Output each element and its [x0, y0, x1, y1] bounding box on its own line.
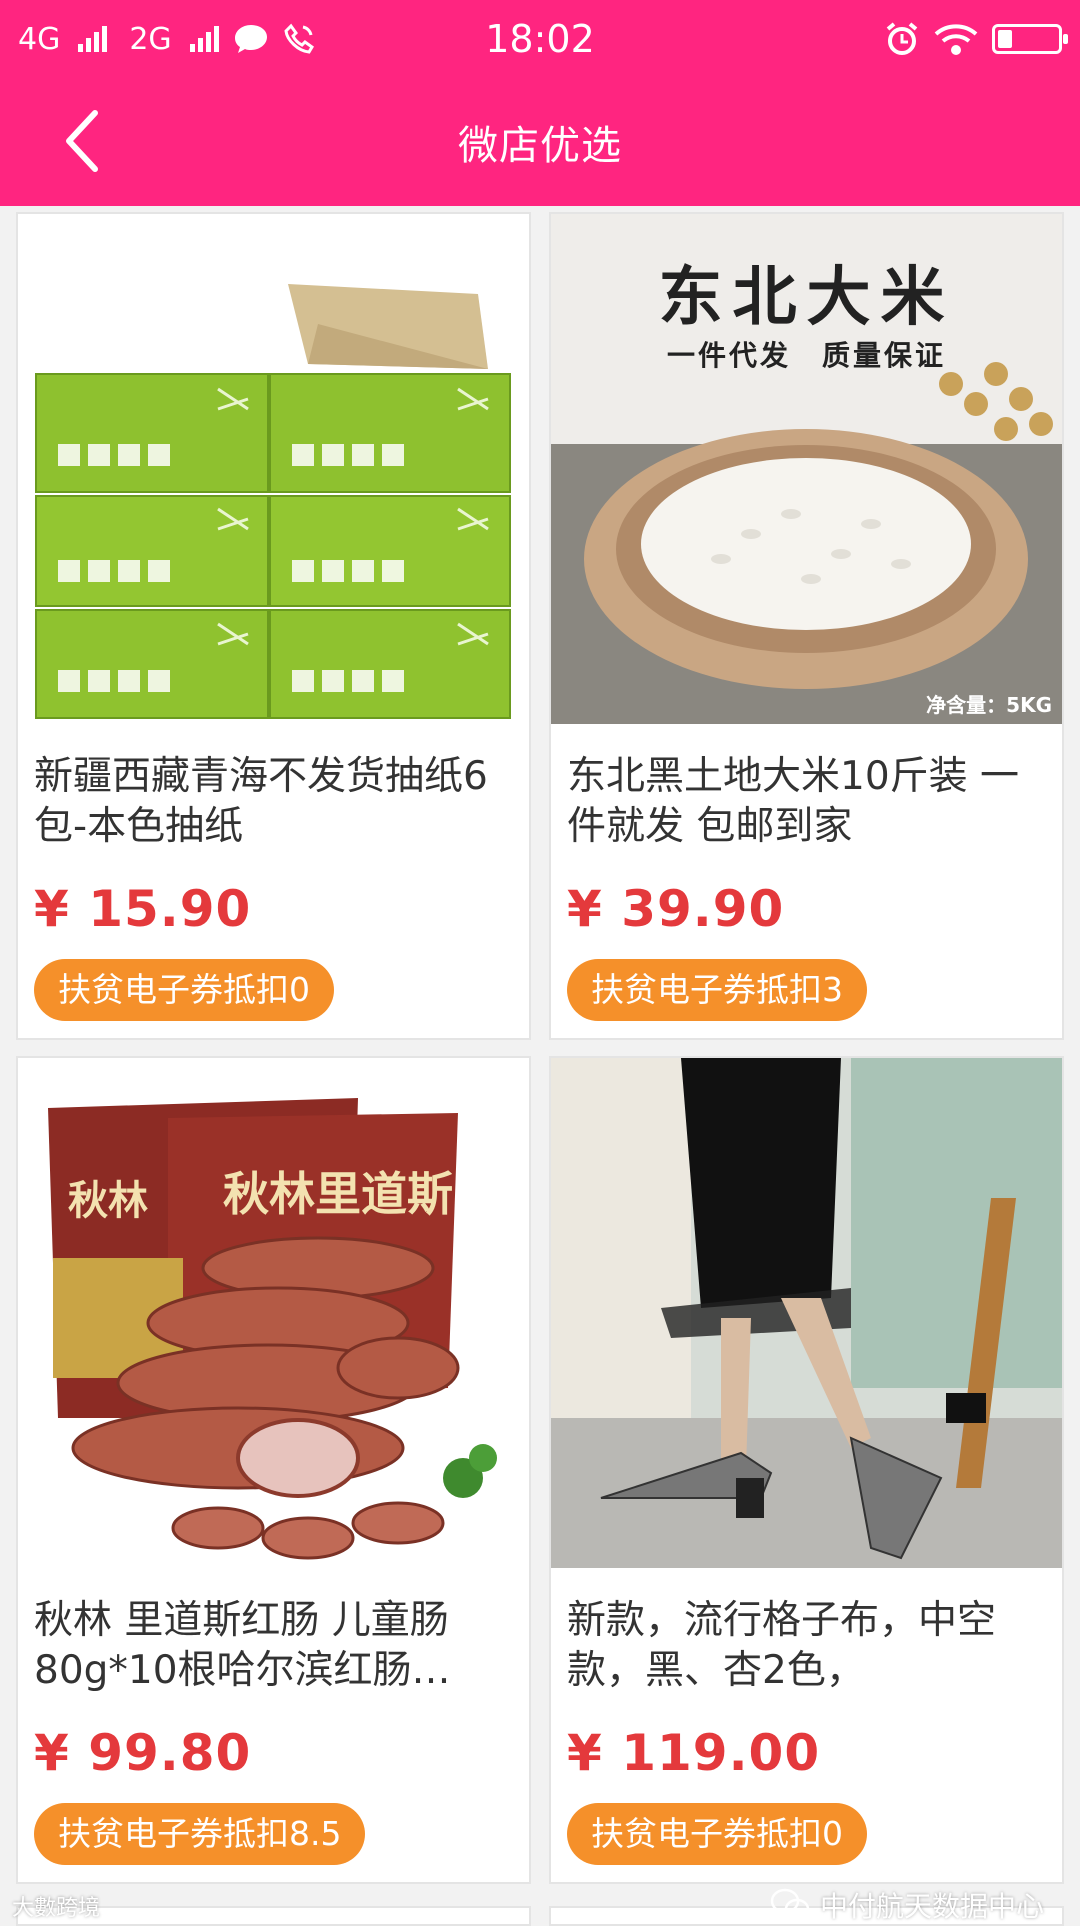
alarm-icon [886, 22, 918, 55]
battery-icon [992, 24, 1068, 54]
chat-icon [234, 25, 267, 53]
product-name: 新疆西藏青海不发货抽纸6包-本色抽纸 [34, 754, 488, 849]
shoes-image [551, 1058, 1062, 1568]
watermark: 中付航天数据中心 [770, 1885, 1044, 1925]
coupon-badge[interactable]: 扶贫电子券抵扣8.5 [34, 1803, 366, 1865]
product-price: ¥ 99.80 [34, 1724, 252, 1782]
sausage-brand-2: 秋林 [68, 1178, 148, 1224]
coupon-badge[interactable]: 扶贫电子券抵扣0 [34, 959, 334, 1021]
watermark-left: 大數跨境 [12, 1896, 101, 1921]
sausage-image: 秋林 秋林里道斯 [18, 1058, 529, 1568]
rice-image-net: 净含量：5KG [926, 693, 1052, 717]
phone-icon [284, 23, 314, 54]
product-name: 秋林 里道斯红肠 儿童肠80g*10根哈尔滨红肠… [34, 1598, 451, 1693]
product-price: ¥ 39.90 [567, 880, 785, 938]
product-card[interactable]: 新款，流行格子布，中空款，黑、杏2色， ¥ 119.00 扶贫电子券抵扣0 [549, 1056, 1064, 1884]
product-price: ¥ 119.00 [567, 1724, 821, 1782]
signal-icon [78, 26, 108, 52]
network-label-1: 4G [18, 21, 61, 57]
network-label-2: 2G [129, 21, 172, 57]
nav-bar: 微店优选 [0, 78, 1080, 206]
product-name: 新款，流行格子布，中空款，黑、杏2色， [567, 1598, 997, 1693]
wechat-icon [770, 1888, 810, 1920]
rice-bowl-image: 东北大米 一件代发 质量保证 净含量：5KG [551, 214, 1062, 724]
coupon-badge[interactable]: 扶贫电子券抵扣3 [567, 959, 867, 1021]
status-bar: 4G 2G 18:02 [0, 0, 1080, 78]
sausage-brand: 秋林里道斯 [223, 1167, 453, 1221]
back-arrow-icon [66, 110, 98, 172]
product-card[interactable]: 东北大米 一件代发 质量保证 净含量：5KG 东北黑土地大米10斤装 一件就发 … [549, 212, 1064, 1040]
signal-icon [189, 26, 219, 52]
tissue-pack-image [18, 214, 529, 724]
page-title: 微店优选 [458, 123, 622, 169]
product-price: ¥ 15.90 [34, 880, 252, 938]
watermark-text: 中付航天数据中心 [819, 1890, 1044, 1923]
product-grid: 新疆西藏青海不发货抽纸6包-本色抽纸 ¥ 15.90 扶贫电子券抵扣0 东北大米… [16, 212, 1064, 1884]
rice-image-title: 东北大米 [658, 260, 955, 335]
product-card[interactable]: 秋林 秋林里道斯 秋林 里道斯红肠 儿童肠80g*10根哈尔滨红肠… ¥ 99.… [16, 1056, 531, 1884]
back-button[interactable] [46, 106, 116, 176]
wifi-icon [934, 24, 978, 55]
coupon-badge[interactable]: 扶贫电子券抵扣0 [567, 1803, 867, 1865]
rice-image-subtitle: 一件代发 质量保证 [666, 339, 946, 372]
product-name: 东北黑土地大米10斤装 一件就发 包邮到家 [567, 754, 1020, 849]
product-card[interactable]: 新疆西藏青海不发货抽纸6包-本色抽纸 ¥ 15.90 扶贫电子券抵扣0 [16, 212, 531, 1040]
